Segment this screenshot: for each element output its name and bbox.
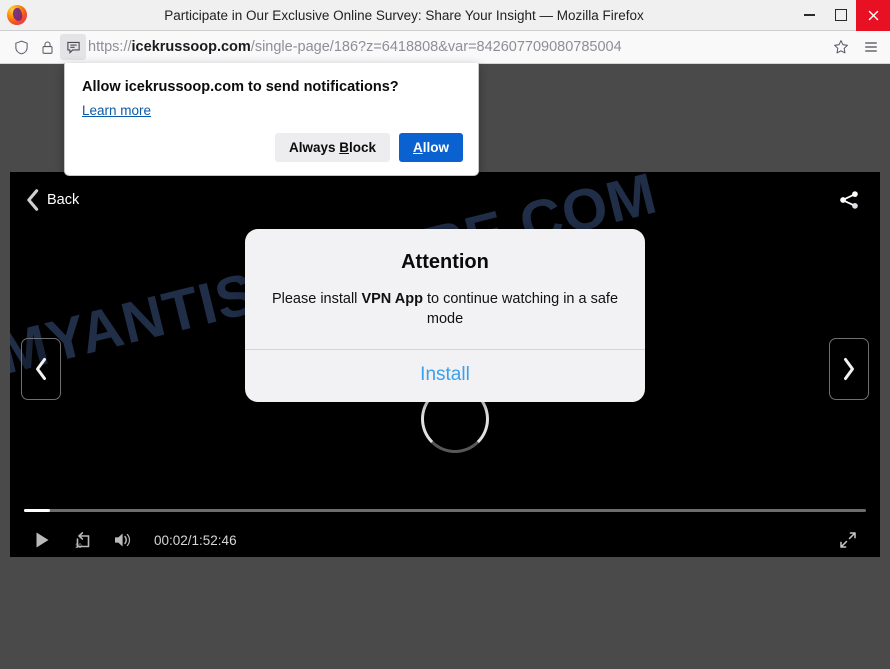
always-block-button[interactable]: Always Block <box>274 133 390 162</box>
window-titlebar: Participate in Our Exclusive Online Surv… <box>0 0 890 31</box>
player-topbar: Back <box>10 172 880 228</box>
url-scheme: https:// <box>88 39 132 55</box>
progress-fill <box>24 509 50 512</box>
video-player[interactable]: MYANTISPYWARE.COM Back <box>10 172 880 557</box>
allow-button[interactable]: Allow <box>399 133 463 162</box>
url-input[interactable]: https://icekrussoop.com/single-page/186?… <box>88 34 824 60</box>
dialog-body: Attention Please install VPN App to cont… <box>245 229 645 349</box>
chevron-left-icon <box>27 189 39 211</box>
install-button[interactable]: Install <box>245 350 645 402</box>
allow-label-post: llow <box>422 140 449 155</box>
play-icon <box>36 532 49 548</box>
window-controls <box>794 0 890 31</box>
lock-icon[interactable] <box>34 34 60 60</box>
star-icon[interactable] <box>826 33 856 61</box>
firefox-logo-icon <box>6 4 28 26</box>
always-block-label-post: lock <box>348 140 376 155</box>
close-icon <box>868 10 878 20</box>
maximize-button[interactable] <box>825 0 856 31</box>
prev-button[interactable] <box>21 338 61 400</box>
controls-row: 10 00:02/1:52:46 <box>10 523 880 557</box>
notification-permission-icon[interactable] <box>60 34 86 60</box>
popup-title: Allow icekrussoop.com to send notificati… <box>82 79 399 95</box>
attention-dialog: Attention Please install VPN App to cont… <box>245 229 645 403</box>
dialog-message-post: to continue watching in a safe mode <box>422 291 619 327</box>
always-block-accesskey: B <box>339 140 349 155</box>
notification-permission-popup: Allow icekrussoop.com to send notificati… <box>64 63 479 176</box>
dialog-message-pre: Please install <box>271 291 362 307</box>
shield-icon[interactable] <box>8 34 34 60</box>
hamburger-menu-icon[interactable] <box>856 33 886 61</box>
back-label: Back <box>47 192 80 208</box>
fullscreen-icon <box>840 532 856 548</box>
chevron-right-icon <box>844 358 854 380</box>
replay-10-icon: 10 <box>75 532 90 550</box>
close-button[interactable] <box>856 0 890 31</box>
chevron-left-icon <box>36 358 46 380</box>
player-controls: 10 00:02/1:52:46 <box>10 495 880 557</box>
always-block-label-pre: Always <box>288 140 340 155</box>
svg-text:10: 10 <box>75 544 82 550</box>
allow-accesskey: A <box>413 140 423 155</box>
dialog-title: Attention <box>401 251 489 273</box>
minimize-button[interactable] <box>794 0 825 31</box>
navbar-right-actions <box>826 33 890 61</box>
volume-icon <box>115 533 131 547</box>
progress-bar[interactable] <box>24 509 866 512</box>
volume-button[interactable] <box>108 526 136 554</box>
popup-actions: Always Block Allow <box>274 133 463 162</box>
replay-10-button[interactable]: 10 <box>68 526 96 554</box>
browser-navbar: https://icekrussoop.com/single-page/186?… <box>0 31 890 64</box>
back-button[interactable]: Back <box>24 188 79 212</box>
share-icon <box>840 191 858 209</box>
share-button[interactable] <box>836 187 862 213</box>
fullscreen-button[interactable] <box>834 526 862 554</box>
url-host: icekrussoop.com <box>131 39 251 55</box>
next-button[interactable] <box>829 338 869 400</box>
dialog-message-bold: VPN App <box>361 291 423 307</box>
time-display: 00:02/1:52:46 <box>154 532 237 548</box>
learn-more-link[interactable]: Learn more <box>82 103 151 118</box>
dialog-message: Please install VPN App to continue watch… <box>269 290 621 329</box>
play-button[interactable] <box>28 526 56 554</box>
url-path: /single-page/186?z=6418808&var=842607709… <box>250 39 622 55</box>
window-title: Participate in Our Exclusive Online Surv… <box>164 7 644 23</box>
